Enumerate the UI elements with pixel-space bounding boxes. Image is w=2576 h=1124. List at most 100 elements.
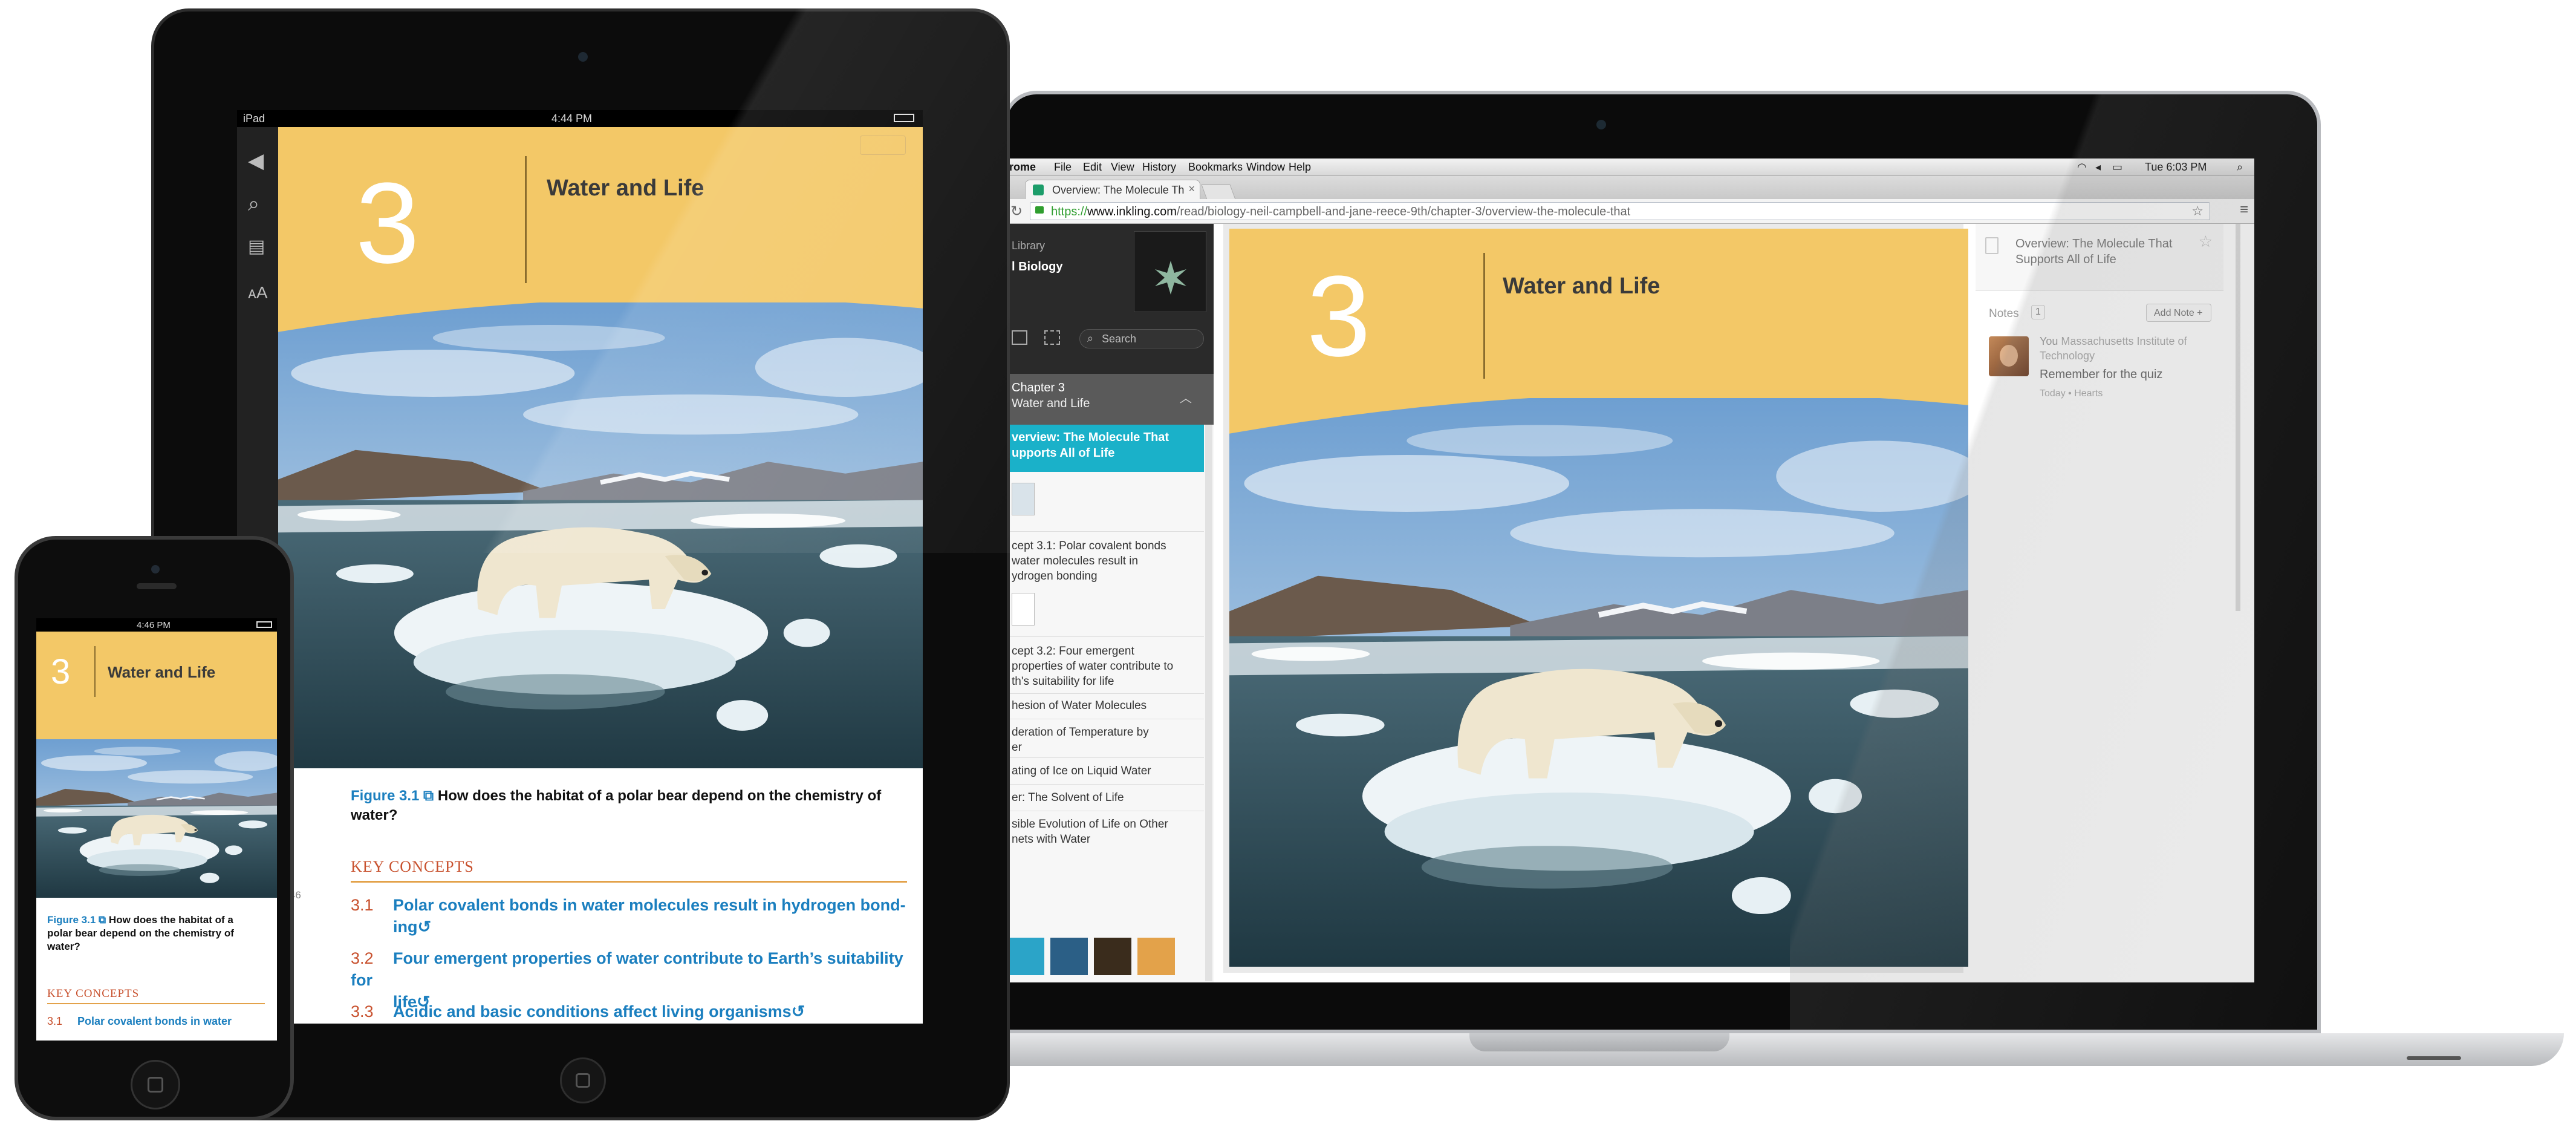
- key-concepts-heading: KEY CONCEPTS: [351, 858, 474, 875]
- battery-icon: [894, 114, 914, 122]
- wifi-icon[interactable]: ◠: [2077, 161, 2087, 174]
- figure-caption: Figure 3.1 ⧉ How does the habitat of a p…: [351, 788, 882, 823]
- chapter-title: Water and Life: [108, 663, 216, 681]
- toc-subitem[interactable]: sible Evolution of Life on Other nets wit…: [1012, 817, 1199, 847]
- divider: [1007, 636, 1204, 637]
- home-square-icon: [576, 1073, 590, 1088]
- browser-toolbar: ↻ https://www.inkling.com/read/biology-n…: [1007, 199, 2254, 224]
- menu-app-name[interactable]: rome: [1009, 161, 1036, 174]
- media-thumbnail[interactable]: [1137, 938, 1175, 975]
- grid-view-icon[interactable]: [1044, 330, 1060, 345]
- chevron-up-icon[interactable]: ︿: [1180, 388, 1192, 406]
- polar-bear-photo[interactable]: [36, 739, 277, 898]
- battery-icon: [256, 621, 272, 628]
- menu-view[interactable]: View: [1111, 161, 1134, 174]
- figure-icon[interactable]: ⧉: [423, 788, 434, 804]
- ipad-screen: iPad 4:44 PM ◀ ⌕ ▤ ᴀA 3 Water and Life F…: [237, 110, 923, 1024]
- return-arrow-icon[interactable]: ↺: [418, 918, 432, 936]
- figure-link[interactable]: Figure 3.1: [351, 788, 419, 804]
- polar-bear-photo[interactable]: [1229, 398, 1968, 967]
- bookmark-star-icon[interactable]: ☆: [2191, 203, 2204, 219]
- media-thumbnail[interactable]: [1050, 938, 1088, 975]
- toc-subitem[interactable]: deration of Temperature by er: [1012, 725, 1199, 755]
- menu-file[interactable]: File: [1054, 161, 1072, 174]
- reload-icon[interactable]: ↻: [1010, 203, 1023, 220]
- battery-icon[interactable]: ▭: [2112, 161, 2122, 174]
- toc-item-label: upports All of Life: [1012, 446, 1115, 460]
- inkling-reader: Library l Biology ⌕ Search Chapter 3 Wat…: [1007, 224, 2254, 982]
- menu-window[interactable]: Window: [1246, 161, 1285, 174]
- chapter-title: Water and Life: [1503, 273, 1660, 299]
- browser-menu-icon[interactable]: ≡: [2240, 201, 2248, 218]
- key-concept-3-1[interactable]: 3.1 Polar covalent bonds in water: [47, 1015, 271, 1028]
- status-time: 4:46 PM: [137, 620, 171, 630]
- return-arrow-icon[interactable]: ↺: [792, 1002, 805, 1021]
- book-cover[interactable]: [1134, 231, 1206, 312]
- menu-help[interactable]: Help: [1289, 161, 1311, 174]
- back-arrow-icon[interactable]: ◀: [248, 149, 264, 173]
- library-link[interactable]: Library: [1012, 240, 1045, 252]
- toc-item-overview[interactable]: verview: The Molecule That upports All o…: [1007, 425, 1204, 472]
- browser-tab[interactable]: Overview: The Molecule Th ×: [1025, 180, 1200, 199]
- menu-edit[interactable]: Edit: [1083, 161, 1102, 174]
- toc-subitem[interactable]: ating of Ice on Liquid Water: [1012, 763, 1199, 779]
- media-thumbnail[interactable]: [1094, 938, 1131, 975]
- new-tab-button[interactable]: [1201, 185, 1236, 200]
- menu-history[interactable]: History: [1142, 161, 1176, 174]
- note-author: You Massachusetts Institute of Technolog…: [2040, 335, 2187, 362]
- ipad-book-page: 3 Water and Life Figure 3.1 ⧉ How does t…: [278, 127, 923, 1024]
- laptop-indicator: [2407, 1056, 2461, 1060]
- laptop-camera: [1596, 120, 1606, 129]
- toc-item-concept-3-2[interactable]: cept 3.2: Four emergent properties of wat…: [1012, 644, 1199, 689]
- notes-section-header: Overview: The Molecule That Supports All…: [1976, 224, 2223, 291]
- menu-bookmarks[interactable]: Bookmarks: [1188, 161, 1243, 174]
- figure-icon[interactable]: ⧉: [99, 914, 106, 926]
- figure-link[interactable]: Figure 3.1: [47, 914, 96, 926]
- address-bar[interactable]: https://www.inkling.com/read/biology-nei…: [1030, 202, 2210, 220]
- sidebar-header: Library l Biology ⌕ Search: [1007, 224, 1214, 374]
- sidebar-scrollbar[interactable]: [1205, 425, 1212, 981]
- toc-icon[interactable]: ▤: [248, 236, 265, 257]
- divider: [1007, 784, 1204, 785]
- menubar-clock[interactable]: Tue 6:03 PM: [2145, 161, 2207, 174]
- sidebar-chapter-header[interactable]: Chapter 3 Water and Life ︿: [1007, 374, 1214, 425]
- polar-bear-photo[interactable]: [278, 302, 923, 774]
- avatar[interactable]: [1989, 336, 2029, 376]
- toc-subitem[interactable]: er: The Solvent of Life: [1012, 790, 1199, 805]
- add-note-button[interactable]: Add Note +: [2146, 304, 2211, 322]
- notes-section-title: Overview: The Molecule That Supports All…: [2015, 237, 2173, 266]
- media-thumbnail[interactable]: [1007, 938, 1044, 975]
- reading-pane: 3 Water and Life: [1223, 224, 1968, 973]
- chapter-number: 3: [51, 652, 71, 691]
- chapter-divider: [1483, 253, 1485, 379]
- sidebar-search-input[interactable]: ⌕ Search: [1079, 329, 1204, 348]
- tab-close-icon[interactable]: ×: [1188, 183, 1195, 195]
- notes-count-badge: 1: [2031, 305, 2045, 319]
- note-text[interactable]: Remember for the quiz: [2040, 368, 2162, 382]
- search-placeholder: Search: [1102, 333, 1137, 345]
- figure-caption: Figure 3.1 ⧉ How does the habitat of a po…: [47, 914, 234, 952]
- share-icon[interactable]: [860, 136, 906, 155]
- search-icon: ⌕: [1087, 332, 1094, 344]
- chapter-number: 3: [356, 159, 420, 287]
- iphone-speaker: [137, 583, 177, 589]
- toc-subitem[interactable]: hesion of Water Molecules: [1012, 698, 1199, 713]
- browser-tab-strip: Overview: The Molecule Th ×: [1007, 176, 2254, 200]
- volume-icon[interactable]: ◂: [2095, 161, 2101, 174]
- laptop-base: [937, 1033, 2564, 1066]
- spotlight-icon[interactable]: ⌕: [2237, 161, 2243, 174]
- toc-thumbnail[interactable]: [1012, 483, 1035, 515]
- toc-item-concept-3-1[interactable]: cept 3.1: Polar covalent bonds water mole…: [1012, 538, 1199, 584]
- chapter-opener-page: 3 Water and Life: [1229, 229, 1968, 967]
- notes-label: Notes: [1989, 307, 2019, 320]
- search-icon[interactable]: ⌕: [248, 192, 259, 216]
- toc-view-icon[interactable]: [1012, 330, 1027, 345]
- text-size-icon[interactable]: ᴀA: [248, 283, 268, 302]
- notes-panel: Overview: The Molecule That Supports All…: [1976, 224, 2223, 982]
- notes-scrollbar[interactable]: [2236, 224, 2240, 611]
- key-concept-3-1[interactable]: 3.1 Polar covalent bonds in water molecul…: [351, 894, 907, 938]
- toc-thumbnail[interactable]: [1012, 593, 1035, 626]
- iphone-camera: [151, 565, 160, 573]
- star-icon[interactable]: ☆: [2199, 232, 2213, 251]
- key-concept-3-3[interactable]: 3.3 Acidic and basic conditions affect li…: [351, 1001, 919, 1022]
